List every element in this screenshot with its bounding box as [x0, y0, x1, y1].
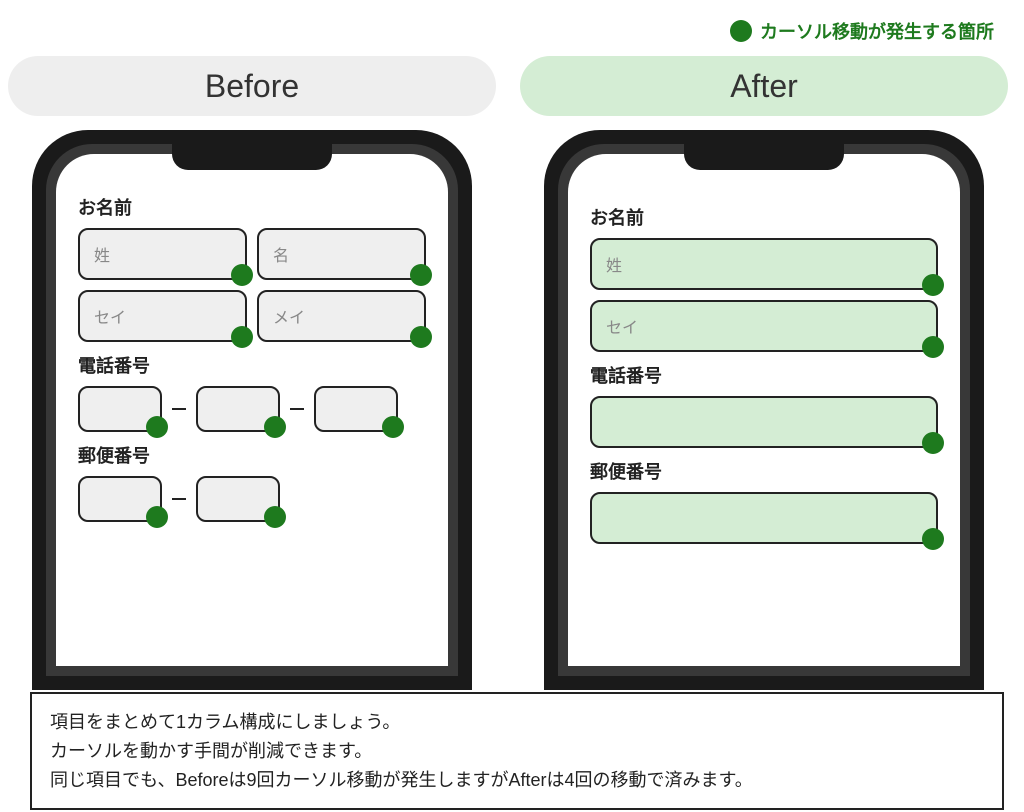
input-postal-1[interactable] [78, 476, 162, 522]
cursor-dot-icon [922, 432, 944, 454]
separator [172, 498, 186, 500]
caption-box: 項目をまとめて1カラム構成にしましょう。 カーソルを動かす手間が削減できます。 … [30, 692, 1004, 810]
phone-notch [172, 144, 332, 170]
label-phone: 電話番号 [78, 352, 426, 378]
cursor-dot-icon [382, 416, 404, 438]
input-sei-kana[interactable]: セイ [78, 290, 247, 342]
cursor-dot-icon [264, 416, 286, 438]
caption-line-3: 同じ項目でも、Beforeは9回カーソル移動が発生しますがAfterは4回の移動… [50, 766, 984, 795]
input-postal[interactable] [590, 492, 938, 544]
header-after: After [520, 56, 1008, 116]
cursor-dot-icon [146, 506, 168, 528]
cursor-dot-icon [922, 274, 944, 296]
placeholder: 名 [273, 242, 289, 266]
cursor-dot-icon [730, 20, 752, 42]
screen-before: お名前 姓 名 セイ メイ [56, 154, 448, 666]
cursor-dot-icon [231, 264, 253, 286]
cursor-dot-icon [146, 416, 168, 438]
placeholder: メイ [273, 304, 305, 328]
header-before: Before [8, 56, 496, 116]
phone-before: お名前 姓 名 セイ メイ [32, 130, 472, 690]
cursor-dot-icon [410, 326, 432, 348]
input-phone-3[interactable] [314, 386, 398, 432]
legend: カーソル移動が発生する箇所 [730, 18, 994, 44]
cursor-dot-icon [410, 264, 432, 286]
input-mei-kanji[interactable]: 名 [257, 228, 426, 280]
phone-after: お名前 姓 セイ 電話番号 郵便番号 [544, 130, 984, 690]
legend-text: カーソル移動が発生する箇所 [760, 18, 994, 44]
placeholder: セイ [606, 314, 638, 338]
screen-after: お名前 姓 セイ 電話番号 郵便番号 [568, 154, 960, 666]
input-phone[interactable] [590, 396, 938, 448]
separator [172, 408, 186, 410]
input-phone-2[interactable] [196, 386, 280, 432]
cursor-dot-icon [231, 326, 253, 348]
label-postal: 郵便番号 [78, 442, 426, 468]
cursor-dot-icon [922, 336, 944, 358]
placeholder: 姓 [606, 252, 622, 276]
input-name-kanji[interactable]: 姓 [590, 238, 938, 290]
separator [290, 408, 304, 410]
input-sei-kanji[interactable]: 姓 [78, 228, 247, 280]
label-name: お名前 [78, 194, 426, 220]
input-postal-2[interactable] [196, 476, 280, 522]
caption-line-1: 項目をまとめて1カラム構成にしましょう。 [50, 708, 984, 737]
cursor-dot-icon [922, 528, 944, 550]
cursor-dot-icon [264, 506, 286, 528]
caption-line-2: カーソルを動かす手間が削減できます。 [50, 737, 984, 766]
label-postal: 郵便番号 [590, 458, 938, 484]
placeholder: 姓 [94, 242, 110, 266]
input-phone-1[interactable] [78, 386, 162, 432]
input-mei-kana[interactable]: メイ [257, 290, 426, 342]
placeholder: セイ [94, 304, 126, 328]
label-phone: 電話番号 [590, 362, 938, 388]
label-name: お名前 [590, 204, 938, 230]
phone-notch [684, 144, 844, 170]
input-name-kana[interactable]: セイ [590, 300, 938, 352]
